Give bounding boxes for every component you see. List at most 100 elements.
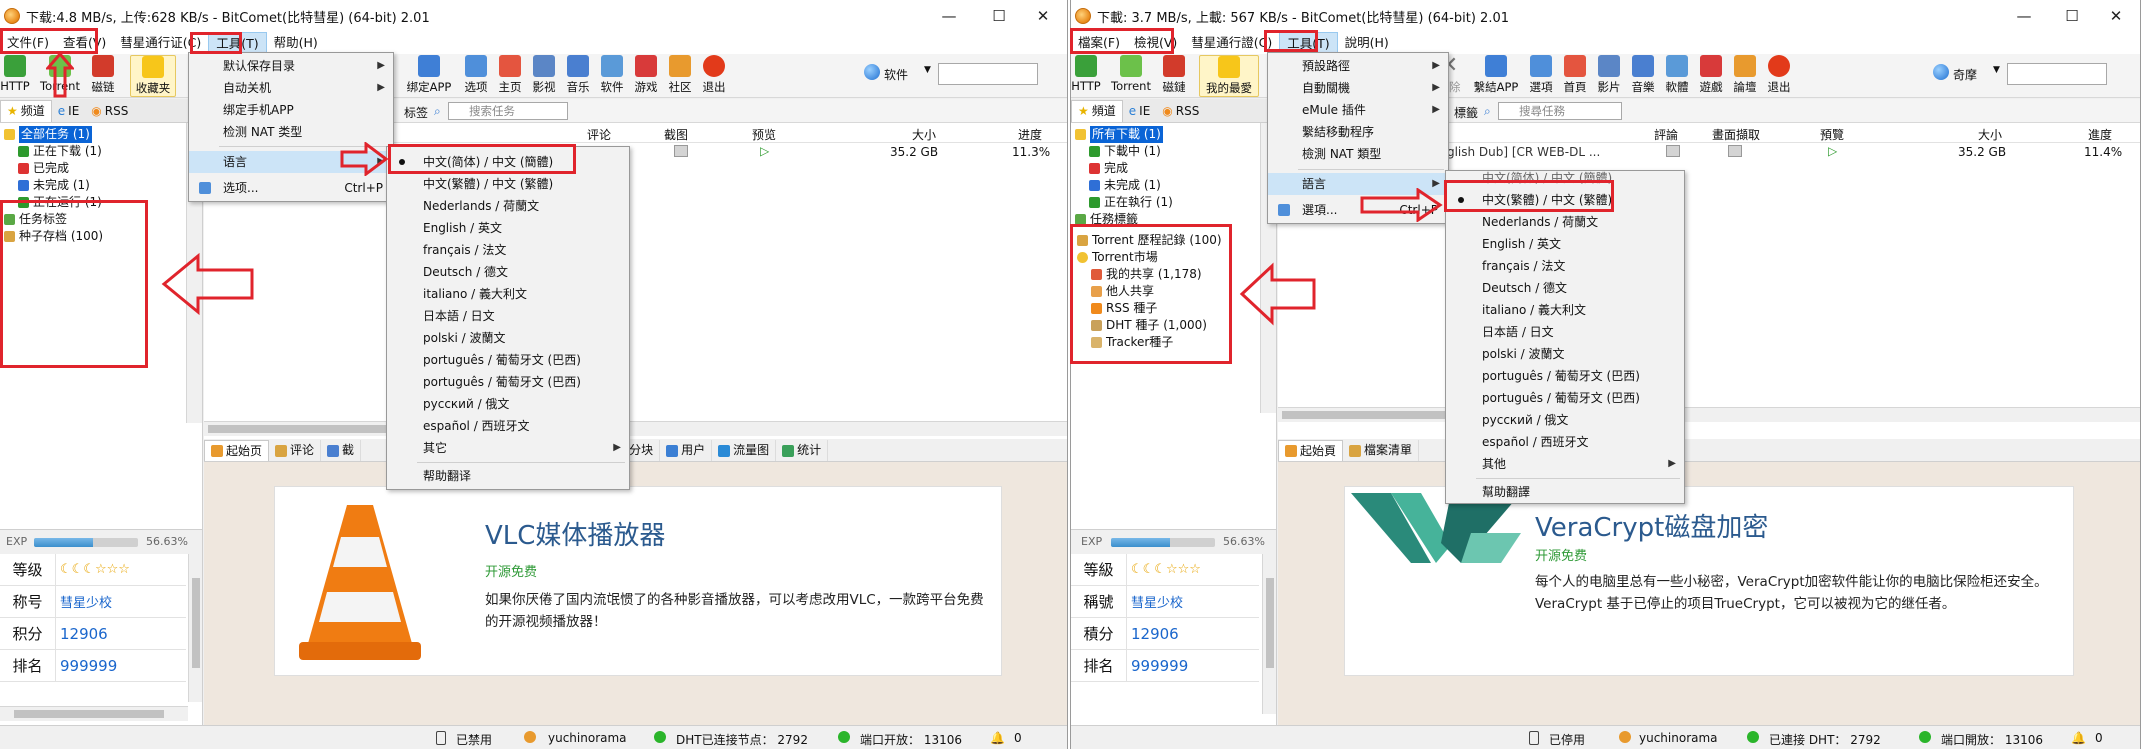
chevron-down-icon[interactable]: ▼ [1993,65,2000,75]
close-button[interactable]: ✕ [2093,0,2139,32]
lang-pt-br[interactable]: português / 葡萄牙文 (巴西) [1446,365,1684,387]
toolbar-community-button[interactable]: 社区 [666,55,694,97]
lang-ja[interactable]: 日本語 / 日文 [387,305,629,327]
tree-item-all-tasks[interactable]: 全部任务 (1) [0,126,202,143]
col-screenshot[interactable]: 畫面擷取 [1712,126,1760,143]
tab-rss[interactable]: ◉ RSS [85,100,134,122]
minimize-button[interactable]: — [2001,0,2047,32]
task-list-hscroll[interactable] [1278,407,2140,422]
lang-ja[interactable]: 日本語 / 日文 [1446,321,1684,343]
lang-es[interactable]: español / 西班牙文 [1446,431,1684,453]
toolbar-favorites-button[interactable]: 收藏夹 [130,55,176,97]
toolbar-home-button[interactable]: 主页 [496,55,524,97]
bell-icon[interactable]: 🔔 [990,731,1005,745]
tree-item-downloading[interactable]: 下載中 (1) [1071,143,1276,160]
lang-ru[interactable]: русский / 俄文 [387,393,629,415]
lang-fr[interactable]: français / 法文 [1446,255,1684,277]
lang-de[interactable]: Deutsch / 德文 [1446,277,1684,299]
tab-start-page[interactable]: 起始頁 [1278,440,1344,461]
menu-default-path[interactable]: 預設路徑 ▶ [1268,55,1448,77]
toolbar-http-button[interactable]: HTTP [0,55,30,97]
lang-it[interactable]: italiano / 義大利文 [387,283,629,305]
task-search-input[interactable]: 搜尋任務 [1498,102,1622,120]
bell-icon[interactable]: 🔔 [2071,731,2086,745]
tab-statistics[interactable]: 统计 [776,440,829,461]
menu-bind-mobile[interactable]: 繫結移動程序 [1268,121,1448,143]
title-bar[interactable]: 下載: 3.7 MB/s, 上載: 567 KB/s - BitComet(比特… [1071,0,2140,32]
tree-item-completed[interactable]: 已完成 [0,160,202,177]
toolbar-magnet-button[interactable]: 磁链 [88,55,118,97]
status-username[interactable]: yuchinorama [548,731,627,745]
toolbar-home-button[interactable]: 首頁 [1561,55,1589,97]
tag-filter-label[interactable]: 标签 [404,104,428,121]
toolbar-options-button[interactable]: 選項 [1527,55,1555,97]
lang-nl[interactable]: Nederlands / 荷蘭文 [1446,211,1684,233]
minimize-button[interactable]: — [926,0,972,32]
toolbar-bind-app-button[interactable]: 绑定APP [404,55,454,97]
toolbar-video-button[interactable]: 影片 [1595,55,1623,97]
toolbar-video-button[interactable]: 影视 [530,55,558,97]
lang-pl[interactable]: polski / 波蘭文 [1446,343,1684,365]
tree-item-downloading[interactable]: 正在下载 (1) [0,143,202,160]
col-preview[interactable]: 预览 [752,126,776,143]
chevron-down-icon[interactable]: ▼ [924,65,931,75]
menu-options[interactable]: 选项... Ctrl+P [189,177,393,199]
col-size[interactable]: 大小 [1978,126,2002,143]
tree-item-running[interactable]: 正在執行 (1) [1071,194,1276,211]
menu-bind-phone-app[interactable]: 绑定手机APP [189,99,393,121]
tab-channels[interactable]: ★ 频道 [0,99,52,122]
tab-channels[interactable]: ★ 頻道 [1071,99,1123,122]
tab-file-list[interactable]: 檔案清單 [1343,440,1420,461]
tree-item-all-downloads[interactable]: 所有下載 (1) [1071,126,1276,143]
toolbar-exit-button[interactable]: 退出 [700,55,728,97]
lang-help-translate[interactable]: 幫助翻譯 [1446,481,1684,503]
col-screenshot[interactable]: 截图 [664,126,688,143]
toolbar-games-button[interactable]: 遊戲 [1697,55,1725,97]
col-comment[interactable]: 評論 [1654,126,1678,143]
col-comment[interactable]: 评论 [587,126,611,143]
col-preview[interactable]: 預覽 [1820,126,1844,143]
maximize-button[interactable]: ☐ [2049,0,2095,32]
menu-auto-shutdown[interactable]: 自动关机 ▶ [189,77,393,99]
toolbar-forum-button[interactable]: 論壇 [1731,55,1759,97]
toolbar-favorites-button[interactable]: 我的最愛 [1199,55,1259,97]
lang-pt-br-2[interactable]: português / 葡萄牙文 (巴西) [1446,387,1684,409]
tab-screenshot[interactable]: 截 [321,440,362,461]
tab-traffic[interactable]: 流量图 [712,440,777,461]
toolbar-games-button[interactable]: 游戏 [632,55,660,97]
user-panel-scrollbar[interactable] [188,554,202,702]
col-progress[interactable]: 進度 [2088,126,2112,143]
title-link[interactable]: 彗星少校 [1126,586,1183,617]
toolbar-music-button[interactable]: 音樂 [1629,55,1657,97]
tag-filter-label[interactable]: 標籤 [1454,104,1478,121]
task-search-input[interactable]: 搜索任务 [448,102,568,120]
menu-auto-shutdown[interactable]: 自動關機 ▶ [1268,77,1448,99]
menu-detect-nat[interactable]: 检测 NAT 类型 [189,121,393,143]
tab-peers[interactable]: 用户 [660,440,713,461]
col-size[interactable]: 大小 [912,126,936,143]
tab-start-page[interactable]: 起始页 [204,440,270,461]
lang-es[interactable]: español / 西班牙文 [387,415,629,437]
lang-other[interactable]: 其它 ▶ [387,437,629,459]
lang-de[interactable]: Deutsch / 德文 [387,261,629,283]
tree-item-completed[interactable]: 完成 [1071,160,1276,177]
toolbar-bind-app-button[interactable]: 繫結APP [1471,55,1521,97]
user-panel-hscroll[interactable] [0,706,188,721]
toolbar-music-button[interactable]: 音乐 [564,55,592,97]
toolbar-options-button[interactable]: 选项 [462,55,490,97]
lang-nl[interactable]: Nederlands / 荷蘭文 [387,195,629,217]
status-username[interactable]: yuchinorama [1639,731,1718,745]
toolbar-software-button[interactable]: 軟體 [1663,55,1691,97]
lang-pt-br[interactable]: português / 葡萄牙文 (巴西) [387,349,629,371]
close-button[interactable]: ✕ [1020,0,1066,32]
task-list-hscroll[interactable] [204,421,1067,436]
lang-it[interactable]: italiano / 義大利文 [1446,299,1684,321]
maximize-button[interactable]: ☐ [976,0,1022,32]
tree-item-incomplete[interactable]: 未完成 (1) [0,177,202,194]
menu-emule-plugin[interactable]: eMule 插件 ▶ [1268,99,1448,121]
user-panel-scrollbar[interactable] [1262,554,1276,714]
lang-en[interactable]: English / 英文 [1446,233,1684,255]
menu-help[interactable]: 說明(H) [1338,32,1396,54]
lang-pt-br-2[interactable]: português / 葡萄牙文 (巴西) [387,371,629,393]
lang-help-translate[interactable]: 帮助翻译 [387,465,629,487]
